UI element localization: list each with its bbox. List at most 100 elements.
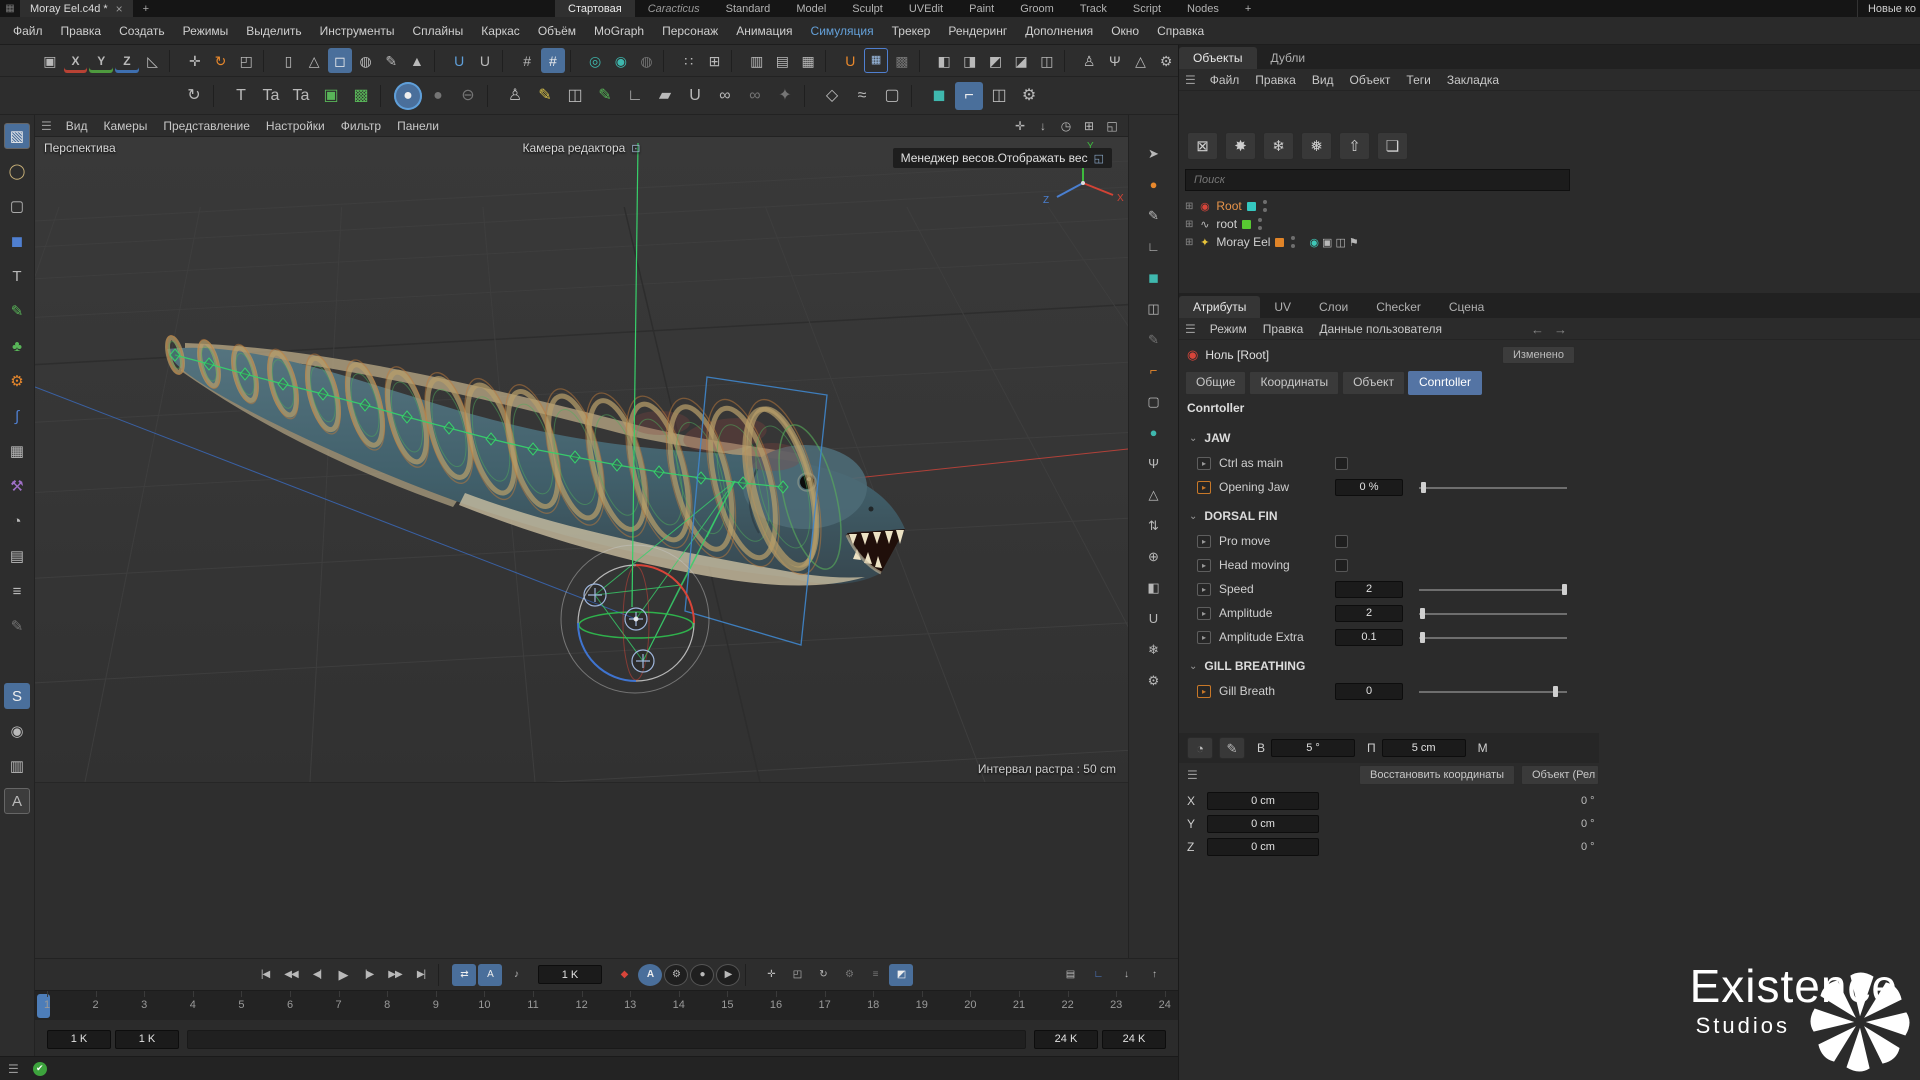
frame-tick-label[interactable]: 3 <box>141 999 147 1011</box>
frame-tick-label[interactable]: 5 <box>238 999 244 1011</box>
workspace-tab-standard[interactable]: Standard <box>713 0 784 17</box>
coordinate-value-field[interactable]: 0 cm <box>1207 815 1319 833</box>
attr-subtab-координаты[interactable]: Координаты <box>1249 371 1339 395</box>
layout-a-icon[interactable]: ◧ <box>932 48 956 73</box>
axis-ring-icon[interactable]: ◔ <box>1187 737 1213 759</box>
render-view-icon[interactable]: ◎ <box>583 48 607 73</box>
nav-back-icon[interactable]: ← <box>1531 322 1544 337</box>
workspace-tab-paint[interactable]: Paint <box>956 0 1007 17</box>
null-object-icon[interactable]: ◯ <box>4 158 30 184</box>
nav-forward-icon[interactable]: → <box>1554 322 1567 337</box>
snowflake-bold-icon[interactable]: ❅ <box>1301 132 1332 160</box>
view-layout-icon[interactable]: ⊞ <box>1079 117 1099 135</box>
menu-рендеринг[interactable]: Рендеринг <box>939 24 1016 38</box>
menu-окно[interactable]: Окно <box>1102 24 1148 38</box>
viewport-menu-настройки[interactable]: Настройки <box>258 119 333 133</box>
object-tree-row[interactable]: ⊞◉Root <box>1183 197 1573 215</box>
magnet-icon[interactable]: U <box>473 48 497 73</box>
camera-menu-icon[interactable]: ⊡ <box>631 142 640 155</box>
layer-color-chip[interactable] <box>1247 202 1256 211</box>
cone-primitive-icon[interactable]: △ <box>302 48 326 73</box>
snowflake-icon[interactable]: ❄ <box>1263 132 1294 160</box>
split-icon[interactable]: ◧ <box>1141 575 1167 599</box>
play-mode-icon[interactable]: A <box>478 964 502 986</box>
prev-frame-icon[interactable]: ◀| <box>305 964 329 986</box>
param-key-icon[interactable]: ▸ <box>1197 607 1211 620</box>
point-orange-icon[interactable]: ● <box>1141 172 1167 196</box>
link-a-icon[interactable]: ∞ <box>711 82 739 110</box>
tri-icon[interactable]: △ <box>1141 482 1167 506</box>
landscape-icon[interactable]: ▲ <box>405 48 429 73</box>
key-rotation-icon[interactable]: ↻ <box>811 964 835 986</box>
delta-icon[interactable]: △ <box>1129 48 1153 73</box>
key-param-icon[interactable]: ⚙ <box>837 964 861 986</box>
object-name[interactable]: Root <box>1216 199 1241 213</box>
move-tool-icon[interactable]: ✛ <box>183 48 207 73</box>
record-settings-icon[interactable]: ⚙ <box>664 964 688 986</box>
cube-object-icon[interactable]: ◼ <box>4 228 30 254</box>
param-slider[interactable] <box>1419 685 1567 698</box>
text-track-icon[interactable]: Ta <box>287 82 315 110</box>
window-split-icon[interactable]: ◫ <box>985 82 1013 110</box>
grid-icon[interactable]: # <box>515 48 539 73</box>
param-value-field[interactable]: 0 % <box>1335 479 1403 496</box>
param-slider[interactable] <box>1419 583 1567 596</box>
timeline-ruler[interactable]: 123456789101112131415161718192021222324 <box>35 990 1178 1020</box>
play-icon[interactable]: ▶ <box>331 964 355 986</box>
param-key-icon[interactable]: ▸ <box>1197 457 1211 470</box>
spline-object-icon[interactable]: ∫ <box>4 403 30 429</box>
text-tool-icon[interactable]: T <box>227 82 255 110</box>
weight-pin-icon[interactable]: ✎ <box>531 82 559 110</box>
menu-симуляция[interactable]: Симуляция <box>802 24 883 38</box>
wand-icon[interactable]: ✦ <box>771 82 799 110</box>
axis-field-value[interactable]: 5 ° <box>1271 739 1355 757</box>
attr-tab-атрибуты[interactable]: Атрибуты <box>1179 296 1260 318</box>
record-dot-icon[interactable]: ● <box>690 964 714 986</box>
axe-icon[interactable]: ⚒ <box>4 473 30 499</box>
save-timeline-icon[interactable]: ↓ <box>1114 964 1138 986</box>
frame-tick-label[interactable]: 14 <box>673 999 685 1011</box>
rig-gear-icon[interactable]: ⚙ <box>1154 48 1178 73</box>
object-tree-row[interactable]: ⊞✦Moray Eel◉▣◫⚑ <box>1183 233 1573 251</box>
sliders-icon[interactable]: ≡ <box>4 578 30 604</box>
eye-icon[interactable]: ◉ <box>4 718 30 744</box>
picture-viewer-icon[interactable]: ▤ <box>771 48 795 73</box>
character-icon[interactable]: ♙ <box>1077 48 1101 73</box>
attr-menu-режим[interactable]: Режим <box>1202 322 1255 336</box>
object-menu-правка[interactable]: Правка <box>1247 73 1304 87</box>
cube-primitive-icon[interactable]: ◻ <box>328 48 352 73</box>
frame-tick-label[interactable]: 10 <box>478 999 490 1011</box>
menu-персонаж[interactable]: Персонаж <box>653 24 727 38</box>
team-render-icon[interactable]: ▦ <box>796 48 820 73</box>
dope-sheet-icon[interactable]: ▢ <box>878 82 906 110</box>
frame-tick-label[interactable]: 20 <box>964 999 976 1011</box>
panel-tab-дубли[interactable]: Дубли <box>1257 47 1320 69</box>
object-tree-row[interactable]: ⊞∿root <box>1183 215 1573 233</box>
attribute-menu-icon[interactable]: ☰ <box>1185 322 1196 336</box>
coordinate-menu-icon[interactable]: ☰ <box>1187 768 1198 782</box>
object-menu-объект[interactable]: Объект <box>1342 73 1399 87</box>
frame-tick-label[interactable]: 2 <box>93 999 99 1011</box>
object-name[interactable]: Moray Eel <box>1216 235 1270 249</box>
view-history-icon[interactable]: ◷ <box>1056 117 1076 135</box>
corner-icon[interactable]: ⌐ <box>1141 358 1167 382</box>
visibility-dots[interactable] <box>1263 200 1268 212</box>
mograph-icon[interactable]: ∷ <box>677 48 701 73</box>
quantize-icon[interactable]: # <box>541 48 565 73</box>
layout-b-icon[interactable]: ◨ <box>958 48 982 73</box>
coord-corner-icon[interactable]: ∟ <box>1086 964 1110 986</box>
uv-grid-green-icon[interactable]: ▣ <box>317 82 345 110</box>
cube-teal2-icon[interactable]: ◼ <box>1141 265 1167 289</box>
coordinate-button-восстановить-координаты[interactable]: Восстановить координаты <box>1359 765 1515 785</box>
attr-subtab-conrtoller[interactable]: Conrtoller <box>1408 371 1482 395</box>
frame-tick-label[interactable]: 18 <box>867 999 879 1011</box>
frame-tick-label[interactable]: 15 <box>721 999 733 1011</box>
visibility-dots[interactable] <box>1291 236 1296 248</box>
record-play-icon[interactable]: ▶ <box>716 964 740 986</box>
attr-menu-данные-пользователя[interactable]: Данные пользователя <box>1311 322 1450 336</box>
qr-icon[interactable]: ▦ <box>864 48 888 73</box>
viewport-name-label[interactable]: Перспектива <box>44 141 116 155</box>
orbit-icon[interactable]: ↻ <box>180 82 208 110</box>
capture-icon[interactable]: ▩ <box>890 48 914 73</box>
menu-инструменты[interactable]: Инструменты <box>311 24 404 38</box>
